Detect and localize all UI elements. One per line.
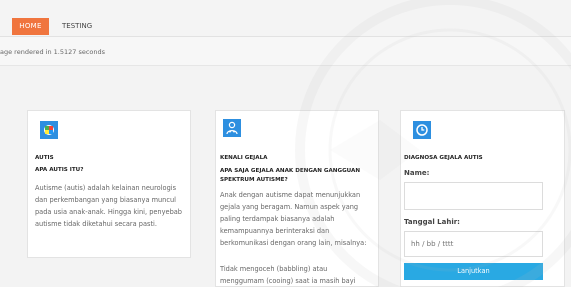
dob-input[interactable] bbox=[404, 231, 543, 257]
text-line: Anak dengan autisme dapat menunjukkan bbox=[220, 191, 361, 199]
text-line: paling terdampak biasanya adalah bbox=[220, 215, 335, 223]
card-description-2: Tidak mengoceh (babbling) atau menggumam… bbox=[220, 263, 355, 287]
card-description: Anak dengan autisme dapat menunjukkan ge… bbox=[220, 189, 366, 249]
autis-card: AUTIS APA AUTIS ITU? Autisme (autis) ada… bbox=[27, 110, 191, 258]
text-line: Autisme (autis) adalah kelainan neurolog… bbox=[35, 184, 177, 192]
card-title: KENALI GEJALA bbox=[220, 155, 268, 161]
text-line: gejala yang beragam. Namun aspek yang bbox=[220, 203, 359, 211]
card-subtitle: APA SAJA GEJALA ANAK DENGAN GANGGUAN SPE… bbox=[220, 167, 360, 185]
user-medical-icon bbox=[223, 119, 241, 137]
text-line: pada usia anak-anak. Hingga kini, penyeb… bbox=[35, 208, 182, 216]
gejala-card: KENALI GEJALA APA SAJA GEJALA ANAK DENGA… bbox=[215, 110, 379, 287]
text-line: Tidak mengoceh (babbling) atau bbox=[220, 265, 328, 273]
dob-label: Tanggal Lahir: bbox=[404, 218, 460, 226]
card-title: AUTIS bbox=[35, 155, 54, 161]
card-subtitle: APA AUTIS ITU? bbox=[35, 167, 84, 173]
subtitle-line: SPEKTRUM AUTISME? bbox=[220, 177, 288, 183]
text-line: dan perkembangan yang biasanya muncul bbox=[35, 196, 176, 204]
card-title: DIAGNOSA GEJALA AUTIS bbox=[404, 155, 483, 161]
name-label: Name: bbox=[404, 169, 430, 177]
nav-home-link[interactable]: HOME bbox=[12, 18, 49, 35]
text-line: berkomunikasi dengan orang lain, misalny… bbox=[220, 239, 367, 247]
name-input[interactable] bbox=[404, 182, 543, 210]
text-line: autisme tidak diketahui secara pasti. bbox=[35, 220, 157, 228]
diagnosa-card: DIAGNOSA GEJALA AUTIS Name: Tanggal Lahi… bbox=[400, 110, 565, 287]
clock-icon bbox=[413, 121, 431, 139]
lanjutkan-button[interactable]: Lanjutkan bbox=[404, 263, 543, 280]
nav-testing-link[interactable]: TESTING bbox=[62, 18, 92, 35]
card-description: Autisme (autis) adalah kelainan neurolog… bbox=[35, 182, 182, 230]
render-time-note: age rendered in 1.5127 seconds bbox=[0, 48, 106, 56]
text-line: kemampuannya berinteraksi dan bbox=[220, 227, 330, 235]
text-line: menggumam (cooing) saat ia masih bayi bbox=[220, 277, 356, 285]
subtitle-line: APA SAJA GEJALA ANAK DENGAN GANGGUAN bbox=[220, 168, 361, 174]
top-navbar: HOME TESTING bbox=[0, 0, 571, 37]
puzzle-icon bbox=[40, 121, 58, 139]
